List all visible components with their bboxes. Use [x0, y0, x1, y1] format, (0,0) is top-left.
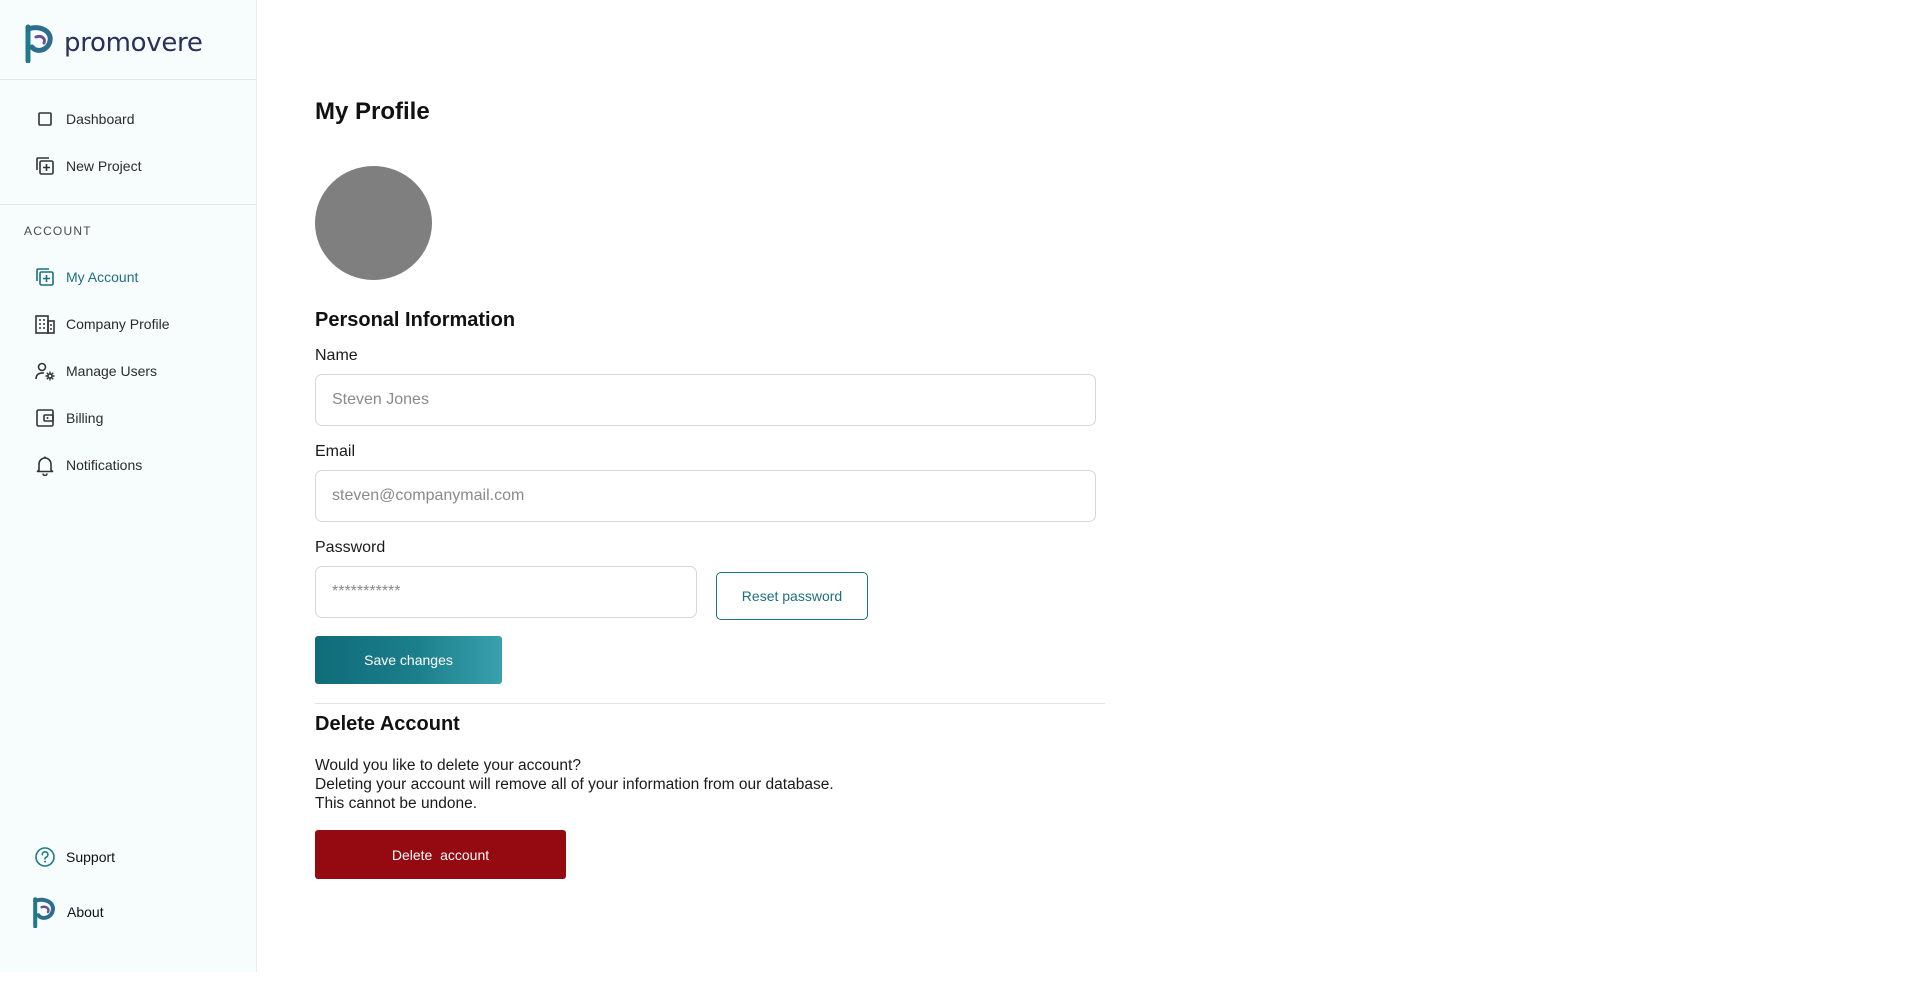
sidebar-item-label: Dashboard — [66, 111, 135, 127]
delete-account-description: Would you like to delete your account? D… — [315, 756, 834, 813]
bell-icon — [34, 454, 56, 476]
add-project-icon — [34, 266, 56, 288]
sidebar-item-label: Billing — [66, 410, 104, 426]
sidebar-divider — [0, 79, 257, 80]
sidebar-item-label: Notifications — [66, 457, 143, 473]
name-label: Name — [315, 347, 358, 364]
avatar[interactable] — [315, 166, 432, 280]
reset-password-button[interactable]: Reset password — [716, 572, 868, 620]
password-label: Password — [315, 539, 386, 556]
personal-info-title: Personal Information — [315, 309, 516, 331]
sidebar-item-notifications[interactable]: Notifications — [34, 450, 142, 480]
sidebar-item-label: Support — [66, 849, 116, 865]
brand-logo[interactable]: promovere — [24, 22, 203, 64]
sidebar-item-support[interactable]: Support — [34, 842, 115, 872]
delete-account-button[interactable]: Delete account — [315, 830, 566, 879]
sidebar-item-label: Company Profile — [66, 316, 170, 332]
sidebar-item-new-project[interactable]: New Project — [34, 151, 141, 181]
sidebar: promovere Dashboard New Project ACCOUNT … — [0, 0, 257, 972]
sidebar-item-label: About — [67, 904, 104, 920]
section-divider — [315, 703, 1105, 704]
sidebar-item-label: Manage Users — [66, 363, 158, 379]
sidebar-item-label: My Account — [66, 269, 139, 285]
wallet-icon — [34, 407, 56, 429]
help-icon — [34, 846, 56, 868]
page-title: My Profile — [315, 98, 430, 125]
sidebar-item-my-account[interactable]: My Account — [34, 262, 138, 292]
sidebar-item-manage-users[interactable]: Manage Users — [34, 356, 157, 386]
section-label-account: ACCOUNT — [24, 224, 92, 238]
brand-name: promovere — [64, 28, 203, 58]
delete-description-line: Deleting your account will remove all of… — [315, 776, 834, 793]
sidebar-item-label: New Project — [66, 158, 142, 174]
logo-icon — [31, 895, 57, 929]
promovere-logo-icon — [25, 24, 53, 63]
sidebar-item-company-profile[interactable]: Company Profile — [34, 309, 170, 339]
email-label: Email — [315, 443, 356, 460]
building-icon — [34, 313, 56, 335]
email-field[interactable] — [315, 470, 1096, 522]
sidebar-divider — [0, 204, 257, 205]
sidebar-item-about[interactable]: About — [31, 892, 104, 932]
sidebar-item-dashboard[interactable]: Dashboard — [34, 104, 135, 134]
save-changes-button[interactable]: Save changes — [315, 636, 502, 684]
add-project-icon — [34, 155, 56, 177]
square-icon — [34, 108, 56, 130]
password-field[interactable] — [315, 566, 697, 618]
delete-description-line: Would you like to delete your account? — [315, 757, 581, 774]
sidebar-item-billing[interactable]: Billing — [34, 403, 103, 433]
user-gear-icon — [34, 360, 56, 382]
delete-description-line: This cannot be undone. — [315, 795, 478, 812]
delete-account-title: Delete Account — [315, 713, 460, 735]
name-field[interactable] — [315, 374, 1096, 426]
